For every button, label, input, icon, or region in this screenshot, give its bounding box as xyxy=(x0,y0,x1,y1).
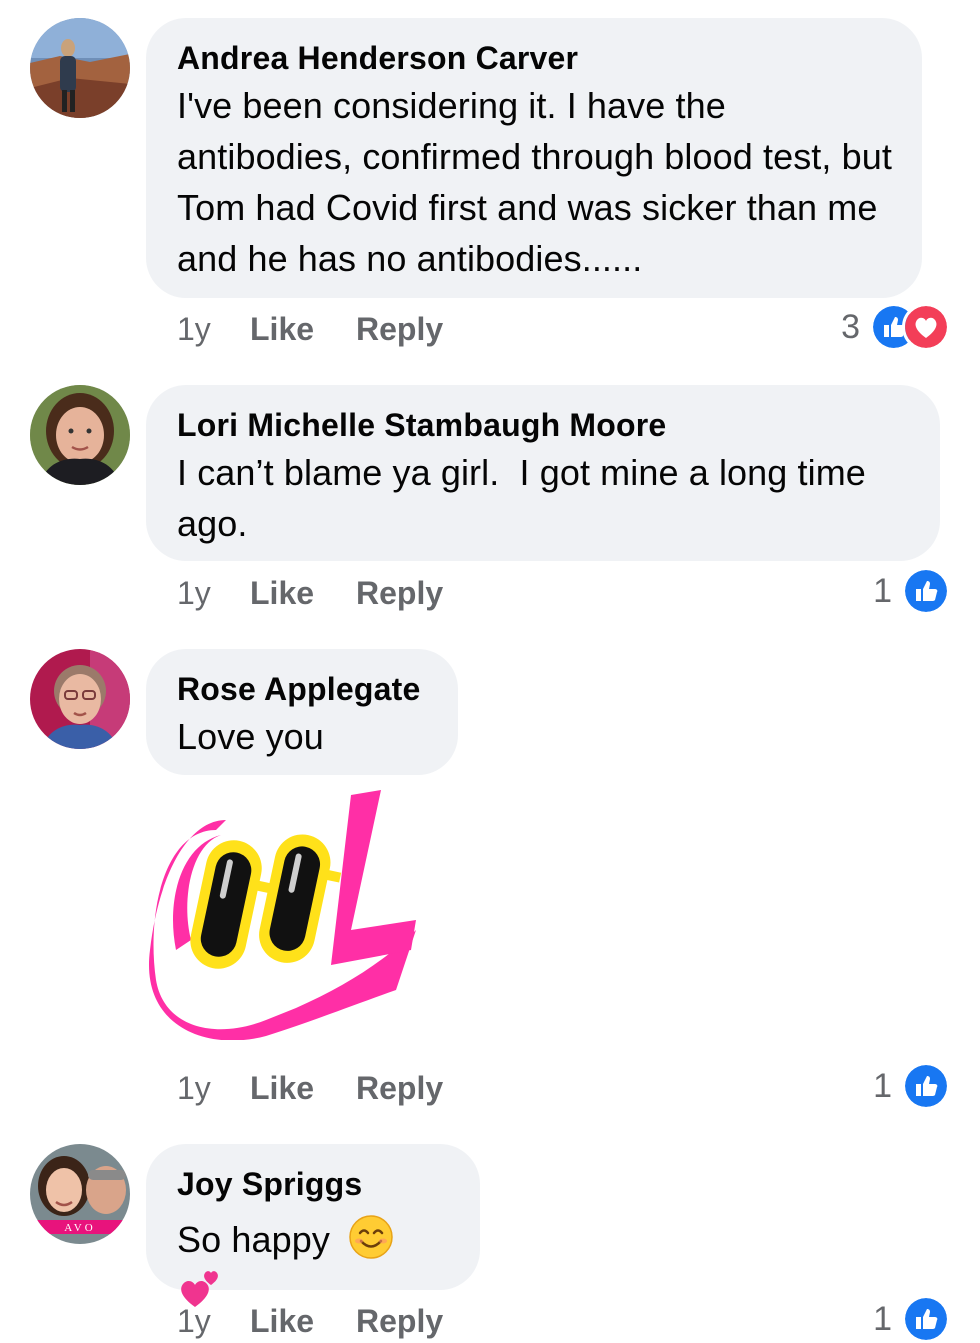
comment-timestamp[interactable]: 1y xyxy=(177,311,250,348)
comment-text: I can’t blame ya girl. I got mine a long… xyxy=(177,452,877,544)
comment-text: I've been considering it. I have the ant… xyxy=(177,85,892,279)
avatar[interactable] xyxy=(30,649,130,749)
avatar-photo-icon xyxy=(30,649,130,749)
cool-sunglasses-sticker[interactable] xyxy=(146,790,426,1041)
comment-author[interactable]: Andrea Henderson Carver xyxy=(177,38,892,78)
reaction-summary[interactable]: 1 xyxy=(873,1295,950,1343)
reply-button[interactable]: Reply xyxy=(356,311,443,348)
like-icon xyxy=(902,567,950,615)
reaction-summary[interactable]: 1 xyxy=(873,567,950,615)
avatar[interactable]: AVO xyxy=(30,1144,130,1244)
comment-actions: 1y Like Reply xyxy=(177,1299,443,1343)
like-button[interactable]: Like xyxy=(250,311,356,348)
like-button[interactable]: Like xyxy=(250,1303,356,1340)
smiling-face-emoji xyxy=(349,1215,393,1259)
like-icon xyxy=(902,1062,950,1110)
avatar-photo-icon: AVO xyxy=(30,1144,130,1244)
like-icon xyxy=(902,1295,950,1343)
comment-bubble: Lori Michelle Stambaugh Moore I can’t bl… xyxy=(146,385,940,561)
comment-author[interactable]: Lori Michelle Stambaugh Moore xyxy=(177,405,910,445)
reply-button[interactable]: Reply xyxy=(356,575,443,612)
avatar[interactable] xyxy=(30,18,130,118)
like-button[interactable]: Like xyxy=(250,575,356,612)
comment-timestamp[interactable]: 1y xyxy=(177,1303,250,1340)
reply-button[interactable]: Reply xyxy=(356,1070,443,1107)
comment-author[interactable]: Rose Applegate xyxy=(177,669,428,709)
reaction-count: 3 xyxy=(841,307,860,346)
reaction-count: 1 xyxy=(873,571,892,610)
avatar-photo-icon xyxy=(30,18,130,118)
comment-actions: 1y Like Reply xyxy=(177,571,443,615)
comment-text: Love you xyxy=(177,716,324,757)
comment-actions: 1y Like Reply xyxy=(177,307,443,351)
cool-sticker-icon xyxy=(148,790,416,1041)
comment-text-content: So happy xyxy=(177,1219,330,1260)
avatar[interactable] xyxy=(30,385,130,485)
comment-bubble: Joy Spriggs So happy xyxy=(146,1144,480,1307)
comment-timestamp[interactable]: 1y xyxy=(177,575,250,612)
comment-actions: 1y Like Reply xyxy=(177,1066,443,1110)
reaction-count: 1 xyxy=(873,1066,892,1105)
comment-author[interactable]: Joy Spriggs xyxy=(177,1164,450,1204)
like-button[interactable]: Like xyxy=(250,1070,356,1107)
love-icon xyxy=(902,303,950,351)
svg-text:AVO: AVO xyxy=(64,1222,95,1234)
comment-bubble: Andrea Henderson Carver I've been consid… xyxy=(146,18,922,298)
reaction-summary[interactable]: 1 xyxy=(873,1062,950,1110)
comment-bubble: Rose Applegate Love you xyxy=(146,649,458,775)
reply-button[interactable]: Reply xyxy=(356,1303,443,1340)
avatar-photo-icon xyxy=(30,385,130,485)
comment-timestamp[interactable]: 1y xyxy=(177,1070,250,1107)
reaction-summary[interactable]: 3 xyxy=(841,303,950,351)
reaction-count: 1 xyxy=(873,1299,892,1338)
